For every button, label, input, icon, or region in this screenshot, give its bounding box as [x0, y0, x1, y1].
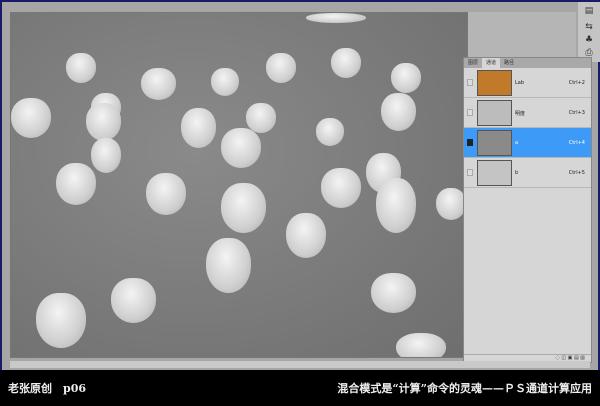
tulip: [86, 103, 121, 141]
tulip: [221, 183, 266, 233]
visibility-eye-icon[interactable]: [467, 79, 473, 86]
tool-icon[interactable]: ▤: [582, 6, 596, 16]
tulip: [246, 103, 276, 133]
caption-bar: 老张原创 p06 混合模式是“计算”命令的灵魂——ＰＳ通道计算应用: [0, 370, 600, 406]
channels-panel: 图层 通道 路径 Lab Ctrl+2 明度 Ctrl+3 a Ctrl+4 b Ctrl+5 ◌…: [463, 57, 592, 363]
channel-shortcut: Ctrl+4: [568, 140, 585, 146]
channel-shortcut: Ctrl+3: [568, 110, 585, 116]
tool-icon[interactable]: ⇆: [582, 22, 596, 32]
document-canvas[interactable]: [10, 12, 468, 358]
tab[interactable]: 图层: [464, 58, 482, 68]
channel-thumbnail: [477, 70, 512, 96]
channel-row[interactable]: a Ctrl+4: [464, 128, 591, 158]
tulip: [381, 93, 416, 131]
tulip: [56, 163, 96, 205]
tulip: [371, 273, 416, 313]
tulip: [376, 178, 416, 233]
channel-thumbnail: [477, 100, 512, 126]
caption-right: 混合模式是“计算”命令的灵魂——ＰＳ通道计算应用: [337, 382, 592, 395]
channel-name: b: [515, 170, 519, 176]
channel-thumbnail: [477, 160, 512, 186]
tulip: [396, 333, 446, 357]
channel-shortcut: Ctrl+2: [568, 80, 585, 86]
tulip: [11, 98, 51, 138]
tool-icon[interactable]: ♣: [582, 35, 596, 45]
tulip: [146, 173, 186, 215]
tulip: [206, 238, 251, 293]
tulip: [266, 53, 296, 83]
tulip: [141, 68, 176, 100]
tab[interactable]: 路径: [500, 58, 518, 68]
channel-row[interactable]: 明度 Ctrl+3: [464, 98, 591, 128]
horizontal-scrollbar[interactable]: [10, 361, 590, 368]
visibility-eye-icon[interactable]: [467, 139, 473, 146]
tulip: [436, 188, 466, 220]
visibility-eye-icon[interactable]: [467, 169, 473, 176]
channel-name: Lab: [515, 80, 525, 86]
tulip: [331, 48, 361, 78]
channel-name: a: [515, 140, 519, 146]
tulip: [91, 138, 121, 173]
channel-shortcut: Ctrl+5: [568, 170, 585, 176]
tulip: [321, 168, 361, 208]
tulip: [211, 68, 239, 96]
tulip: [66, 53, 96, 83]
caption-left: 老张原创 p06: [8, 382, 86, 395]
tulip: [286, 213, 326, 258]
channel-name: 明度: [515, 111, 526, 117]
tulip: [181, 108, 216, 148]
tulip: [391, 63, 421, 93]
channel-row[interactable]: Lab Ctrl+2: [464, 68, 591, 98]
tulip: [221, 128, 261, 168]
options-strip: [468, 12, 576, 57]
channel-thumbnail: [477, 130, 512, 156]
side-toolbar: ▤ ⇆ ♣ ⎙: [578, 2, 600, 62]
tulip: [111, 278, 156, 323]
tulip: [316, 118, 344, 146]
photoshop-window: ▤ ⇆ ♣ ⎙ 图层 通道 路径 Lab Ctrl+2 明度 Ctrl+3 a Ctrl+4 b…: [0, 0, 600, 370]
tulip: [306, 13, 366, 23]
tab[interactable]: 通道: [482, 58, 501, 68]
visibility-eye-icon[interactable]: [467, 109, 473, 116]
tulip: [36, 293, 86, 348]
channel-row[interactable]: b Ctrl+5: [464, 158, 591, 188]
panel-tabs: 图层 通道 路径: [464, 58, 591, 68]
